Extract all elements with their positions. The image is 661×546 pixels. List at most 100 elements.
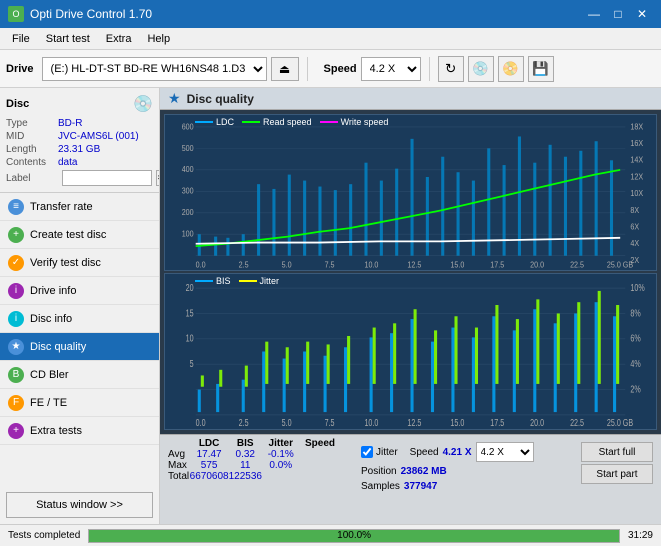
legend-read: Read speed bbox=[242, 117, 312, 127]
disc-type-label: Type bbox=[6, 118, 58, 129]
svg-text:25.0 GB: 25.0 GB bbox=[607, 417, 633, 428]
disc-label-label: Label bbox=[6, 173, 58, 184]
svg-text:18X: 18X bbox=[630, 122, 643, 132]
disc-panel-title: Disc bbox=[6, 98, 29, 110]
ldc-color bbox=[195, 121, 213, 123]
svg-text:12.5: 12.5 bbox=[407, 260, 421, 270]
sidebar: Disc 💿 Type BD-R MID JVC-AMS6L (001) Len… bbox=[0, 88, 160, 524]
save-button[interactable]: 💾 bbox=[528, 56, 554, 82]
content-title: Disc quality bbox=[187, 92, 254, 106]
refresh-button[interactable]: ↻ bbox=[438, 56, 464, 82]
menu-file[interactable]: File bbox=[4, 31, 38, 47]
write-label: Write speed bbox=[341, 117, 389, 127]
svg-text:6%: 6% bbox=[630, 332, 641, 343]
chart1-svg: 600 500 400 300 200 100 18X 16X 14X 12X … bbox=[165, 115, 656, 270]
avg-bis: 0.32 bbox=[229, 449, 262, 460]
progress-text: 100.0% bbox=[89, 530, 619, 542]
stats-table: LDC BIS Jitter Speed Avg 17.47 0.32 bbox=[168, 438, 341, 482]
sidebar-item-label: Extra tests bbox=[30, 425, 82, 437]
menu-start-test[interactable]: Start test bbox=[38, 31, 98, 47]
read-label: Read speed bbox=[263, 117, 312, 127]
svg-text:8%: 8% bbox=[630, 307, 641, 318]
svg-text:8X: 8X bbox=[630, 205, 640, 215]
chart-bis: BIS Jitter 20 bbox=[164, 273, 657, 430]
sidebar-item-label: Verify test disc bbox=[30, 257, 101, 269]
samples-label: Samples bbox=[361, 481, 400, 492]
bis-label: BIS bbox=[216, 276, 231, 286]
charts-container: LDC Read speed Write speed bbox=[160, 110, 661, 434]
disc-label-row: Label ⚙ bbox=[6, 170, 153, 186]
sidebar-item-label: FE / TE bbox=[30, 397, 67, 409]
svg-text:10X: 10X bbox=[630, 189, 643, 199]
menu-help[interactable]: Help bbox=[139, 31, 178, 47]
progress-bar: 100.0% bbox=[88, 529, 620, 543]
total-bis: 122536 bbox=[229, 471, 262, 482]
disc-button[interactable]: 💿 bbox=[468, 56, 494, 82]
avg-label: Avg bbox=[168, 449, 190, 460]
toolbar: Drive (E:) HL-DT-ST BD-RE WH16NS48 1.D3 … bbox=[0, 50, 661, 88]
sidebar-item-cd-bler[interactable]: B CD Bler bbox=[0, 361, 159, 389]
svg-text:15.0: 15.0 bbox=[450, 260, 465, 270]
svg-text:100: 100 bbox=[182, 229, 195, 239]
sidebar-item-create-test-disc[interactable]: + Create test disc bbox=[0, 221, 159, 249]
disc-mid-row: MID JVC-AMS6L (001) bbox=[6, 131, 153, 142]
menu-extra[interactable]: Extra bbox=[98, 31, 140, 47]
speed-select2[interactable]: 4.2 X bbox=[476, 442, 534, 462]
drive-label: Drive bbox=[6, 63, 34, 75]
start-full-button[interactable]: Start full bbox=[581, 442, 653, 462]
max-bis: 11 bbox=[229, 460, 262, 471]
drive-select[interactable]: (E:) HL-DT-ST BD-RE WH16NS48 1.D3 bbox=[42, 57, 267, 81]
sidebar-item-disc-quality[interactable]: ★ Disc quality bbox=[0, 333, 159, 361]
drive-info-icon: i bbox=[8, 283, 24, 299]
close-button[interactable]: ✕ bbox=[631, 3, 653, 25]
svg-text:200: 200 bbox=[182, 208, 195, 218]
nav-items: ≡ Transfer rate + Create test disc ✓ Ver… bbox=[0, 193, 159, 486]
sidebar-item-extra-tests[interactable]: + Extra tests bbox=[0, 417, 159, 445]
svg-text:500: 500 bbox=[182, 143, 195, 153]
disc2-button[interactable]: 📀 bbox=[498, 56, 524, 82]
minimize-button[interactable]: — bbox=[583, 3, 605, 25]
sidebar-item-fe-te[interactable]: F FE / TE bbox=[0, 389, 159, 417]
max-ldc: 575 bbox=[190, 460, 229, 471]
start-part-button[interactable]: Start part bbox=[581, 464, 653, 484]
speed-select[interactable]: 4.2 X bbox=[361, 57, 421, 81]
jitter-label: Jitter bbox=[260, 276, 280, 286]
disc-label-input[interactable] bbox=[62, 170, 152, 186]
toolbar-separator bbox=[307, 57, 308, 81]
position-value: 23862 MB bbox=[401, 466, 447, 477]
transfer-rate-icon: ≡ bbox=[8, 199, 24, 215]
svg-text:20.0: 20.0 bbox=[530, 417, 544, 428]
svg-text:10.0: 10.0 bbox=[364, 417, 378, 428]
maximize-button[interactable]: □ bbox=[607, 3, 629, 25]
svg-text:17.5: 17.5 bbox=[490, 260, 504, 270]
total-ldc: 6670608 bbox=[190, 471, 229, 482]
status-window-button[interactable]: Status window >> bbox=[6, 492, 153, 518]
eject-button[interactable]: ⏏ bbox=[271, 57, 299, 81]
app-icon: O bbox=[8, 6, 24, 22]
sidebar-item-disc-info[interactable]: i Disc info bbox=[0, 305, 159, 333]
fe-te-icon: F bbox=[8, 395, 24, 411]
toolbar-separator2 bbox=[429, 57, 430, 81]
svg-text:22.5: 22.5 bbox=[570, 260, 584, 270]
sidebar-item-drive-info[interactable]: i Drive info bbox=[0, 277, 159, 305]
content-area: ★ Disc quality LDC Read speed bbox=[160, 88, 661, 524]
sidebar-item-label: Create test disc bbox=[30, 229, 106, 241]
svg-text:300: 300 bbox=[182, 186, 195, 196]
speed-info: Speed 4.21 X 4.2 X bbox=[410, 442, 534, 462]
svg-text:2%: 2% bbox=[630, 383, 641, 394]
jitter-checkbox[interactable] bbox=[361, 446, 373, 458]
bis-color bbox=[195, 280, 213, 282]
disc-info-panel: Disc 💿 Type BD-R MID JVC-AMS6L (001) Len… bbox=[0, 88, 159, 193]
content-header-icon: ★ bbox=[168, 90, 181, 107]
disc-info-icon: i bbox=[8, 311, 24, 327]
sidebar-item-verify-test-disc[interactable]: ✓ Verify test disc bbox=[0, 249, 159, 277]
svg-text:2.5: 2.5 bbox=[239, 417, 249, 428]
sidebar-item-transfer-rate[interactable]: ≡ Transfer rate bbox=[0, 193, 159, 221]
svg-text:15.0: 15.0 bbox=[450, 417, 464, 428]
svg-text:14X: 14X bbox=[630, 155, 643, 165]
svg-text:16X: 16X bbox=[630, 138, 643, 148]
max-speed bbox=[299, 460, 341, 471]
disc-length-row: Length 23.31 GB bbox=[6, 144, 153, 155]
svg-text:5: 5 bbox=[190, 358, 194, 369]
chart-ldc: LDC Read speed Write speed bbox=[164, 114, 657, 271]
